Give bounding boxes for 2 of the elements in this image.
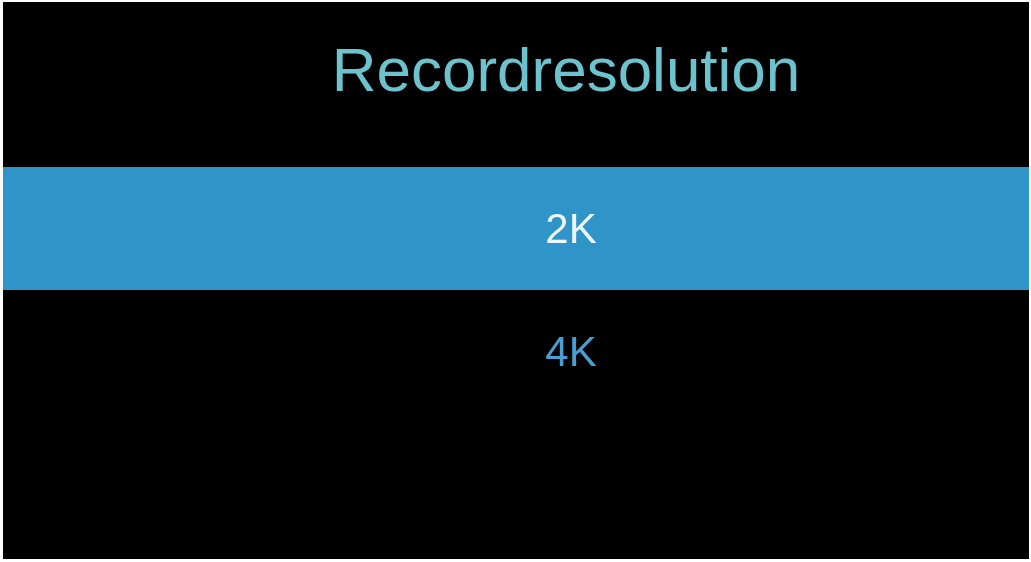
menu-option[interactable]: 4K bbox=[3, 290, 1029, 413]
menu-title: Recordresolution bbox=[330, 34, 802, 106]
